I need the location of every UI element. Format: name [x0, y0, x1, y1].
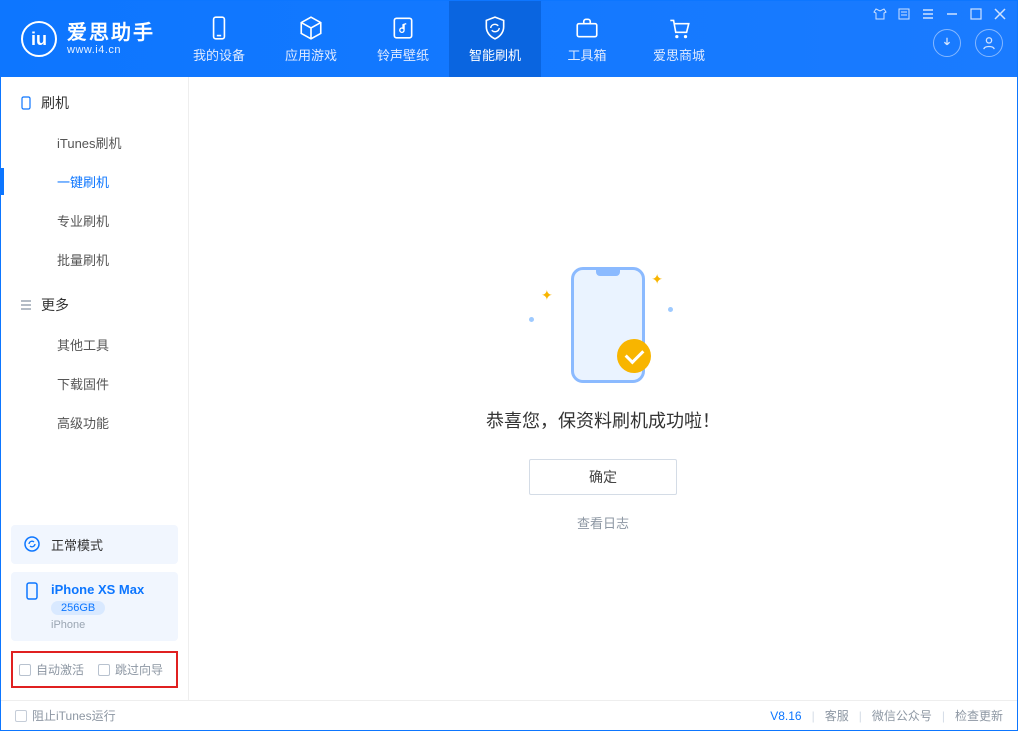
download-icon — [940, 36, 954, 50]
footer-link-update[interactable]: 检查更新 — [955, 707, 1003, 724]
logo-text: 爱思助手 www.i4.cn — [67, 22, 155, 56]
tab-label: 铃声壁纸 — [377, 45, 429, 64]
brand-name: 爱思助手 — [67, 22, 155, 44]
checkbox-icon — [15, 710, 27, 722]
tab-ring-wallpaper[interactable]: 铃声壁纸 — [357, 1, 449, 77]
user-icon — [982, 36, 996, 50]
header-bar: iu 爱思助手 www.i4.cn 我的设备 应用游戏 铃声壁纸 智能刷机 工具… — [1, 1, 1017, 77]
download-button[interactable] — [933, 29, 961, 57]
logo[interactable]: iu 爱思助手 www.i4.cn — [1, 1, 173, 77]
tab-label: 应用游戏 — [285, 45, 337, 64]
body: 刷机 iTunes刷机 一键刷机 专业刷机 批量刷机 更多 其他工具 下载固件 … — [1, 77, 1017, 700]
device-capacity: 256GB — [51, 601, 105, 615]
minimize-icon[interactable] — [945, 7, 959, 21]
close-icon[interactable] — [993, 7, 1007, 21]
checkbox-label: 跳过向导 — [115, 661, 163, 678]
success-message: 恭喜您，保资料刷机成功啦！ — [486, 407, 720, 433]
footer-link-support[interactable]: 客服 — [825, 707, 849, 724]
shirt-icon[interactable] — [873, 7, 887, 21]
tab-label: 爱思商城 — [653, 45, 705, 64]
note-icon[interactable] — [897, 7, 911, 21]
music-note-icon — [390, 15, 416, 41]
sidebar-item-other-tools[interactable]: 其他工具 — [1, 325, 188, 364]
device-mode-box[interactable]: 正常模式 — [11, 525, 178, 564]
sidebar-group-more: 更多 — [1, 279, 188, 325]
checkbox-label: 阻止iTunes运行 — [32, 707, 116, 724]
separator: | — [812, 709, 815, 723]
flash-options-box: 自动激活 跳过向导 — [11, 651, 178, 688]
top-tabs: 我的设备 应用游戏 铃声壁纸 智能刷机 工具箱 爱思商城 — [173, 1, 725, 77]
main-content: ✦ ✦ 恭喜您，保资料刷机成功啦！ 确定 查看日志 — [189, 77, 1017, 700]
sidebar-item-pro-flash[interactable]: 专业刷机 — [1, 201, 188, 240]
checkbox-auto-activate[interactable]: 自动激活 — [19, 661, 84, 678]
menu-icon[interactable] — [921, 7, 935, 21]
sidebar-item-onekey-flash[interactable]: 一键刷机 — [1, 162, 188, 201]
header-right — [873, 1, 1017, 77]
device-name: iPhone XS Max — [51, 582, 144, 597]
group-title: 刷机 — [41, 93, 69, 113]
tab-label: 我的设备 — [193, 45, 245, 64]
sidebar-item-itunes-flash[interactable]: iTunes刷机 — [1, 123, 188, 162]
sync-icon — [23, 535, 41, 553]
footer-right: V8.16 | 客服 | 微信公众号 | 检查更新 — [770, 707, 1003, 724]
success-illustration: ✦ ✦ — [523, 257, 683, 387]
brand-url: www.i4.cn — [67, 44, 155, 56]
device-info-box[interactable]: iPhone XS Max 256GB iPhone — [11, 572, 178, 641]
cart-icon — [666, 15, 692, 41]
tab-label: 智能刷机 — [469, 45, 521, 64]
checkbox-skip-guide[interactable]: 跳过向导 — [98, 661, 163, 678]
version-label: V8.16 — [770, 709, 801, 723]
phone-icon — [206, 15, 232, 41]
briefcase-icon — [574, 15, 600, 41]
view-log-link[interactable]: 查看日志 — [577, 513, 629, 532]
sidebar-item-firmware[interactable]: 下载固件 — [1, 364, 188, 403]
check-badge-icon — [617, 339, 651, 373]
device-info: iPhone XS Max 256GB iPhone — [51, 582, 144, 631]
phone-small-icon — [23, 582, 41, 600]
tab-store[interactable]: 爱思商城 — [633, 1, 725, 77]
header-action-icons — [933, 29, 1007, 57]
sidebar-item-advanced[interactable]: 高级功能 — [1, 403, 188, 442]
device-icon — [19, 96, 33, 110]
sidebar-group-flash: 刷机 — [1, 77, 188, 123]
dot-icon — [529, 317, 534, 322]
sidebar: 刷机 iTunes刷机 一键刷机 专业刷机 批量刷机 更多 其他工具 下载固件 … — [1, 77, 189, 700]
checkbox-icon — [19, 664, 31, 676]
separator: | — [859, 709, 862, 723]
tab-label: 工具箱 — [567, 45, 606, 64]
window-controls — [873, 7, 1007, 21]
mode-label: 正常模式 — [51, 535, 103, 554]
account-button[interactable] — [975, 29, 1003, 57]
checkbox-block-itunes[interactable]: 阻止iTunes运行 — [15, 707, 116, 724]
sidebar-bottom: 正常模式 iPhone XS Max 256GB iPhone 自动激活 跳过向… — [1, 517, 188, 700]
group-title: 更多 — [41, 295, 69, 315]
separator: | — [942, 709, 945, 723]
tab-apps-games[interactable]: 应用游戏 — [265, 1, 357, 77]
sparkle-icon: ✦ — [651, 271, 663, 288]
dot-icon — [668, 307, 673, 312]
shield-sync-icon — [482, 15, 508, 41]
sparkle-icon: ✦ — [541, 287, 553, 304]
tab-smart-flash[interactable]: 智能刷机 — [449, 1, 541, 77]
tab-toolbox[interactable]: 工具箱 — [541, 1, 633, 77]
ok-button[interactable]: 确定 — [529, 459, 677, 495]
cube-icon — [298, 15, 324, 41]
list-icon — [19, 298, 33, 312]
footer-bar: 阻止iTunes运行 V8.16 | 客服 | 微信公众号 | 检查更新 — [1, 700, 1017, 730]
maximize-icon[interactable] — [969, 7, 983, 21]
device-type: iPhone — [51, 619, 144, 631]
checkbox-label: 自动激活 — [36, 661, 84, 678]
footer-link-wechat[interactable]: 微信公众号 — [872, 707, 932, 724]
tab-my-device[interactable]: 我的设备 — [173, 1, 265, 77]
logo-icon: iu — [21, 21, 57, 57]
checkbox-icon — [98, 664, 110, 676]
sidebar-item-batch-flash[interactable]: 批量刷机 — [1, 240, 188, 279]
